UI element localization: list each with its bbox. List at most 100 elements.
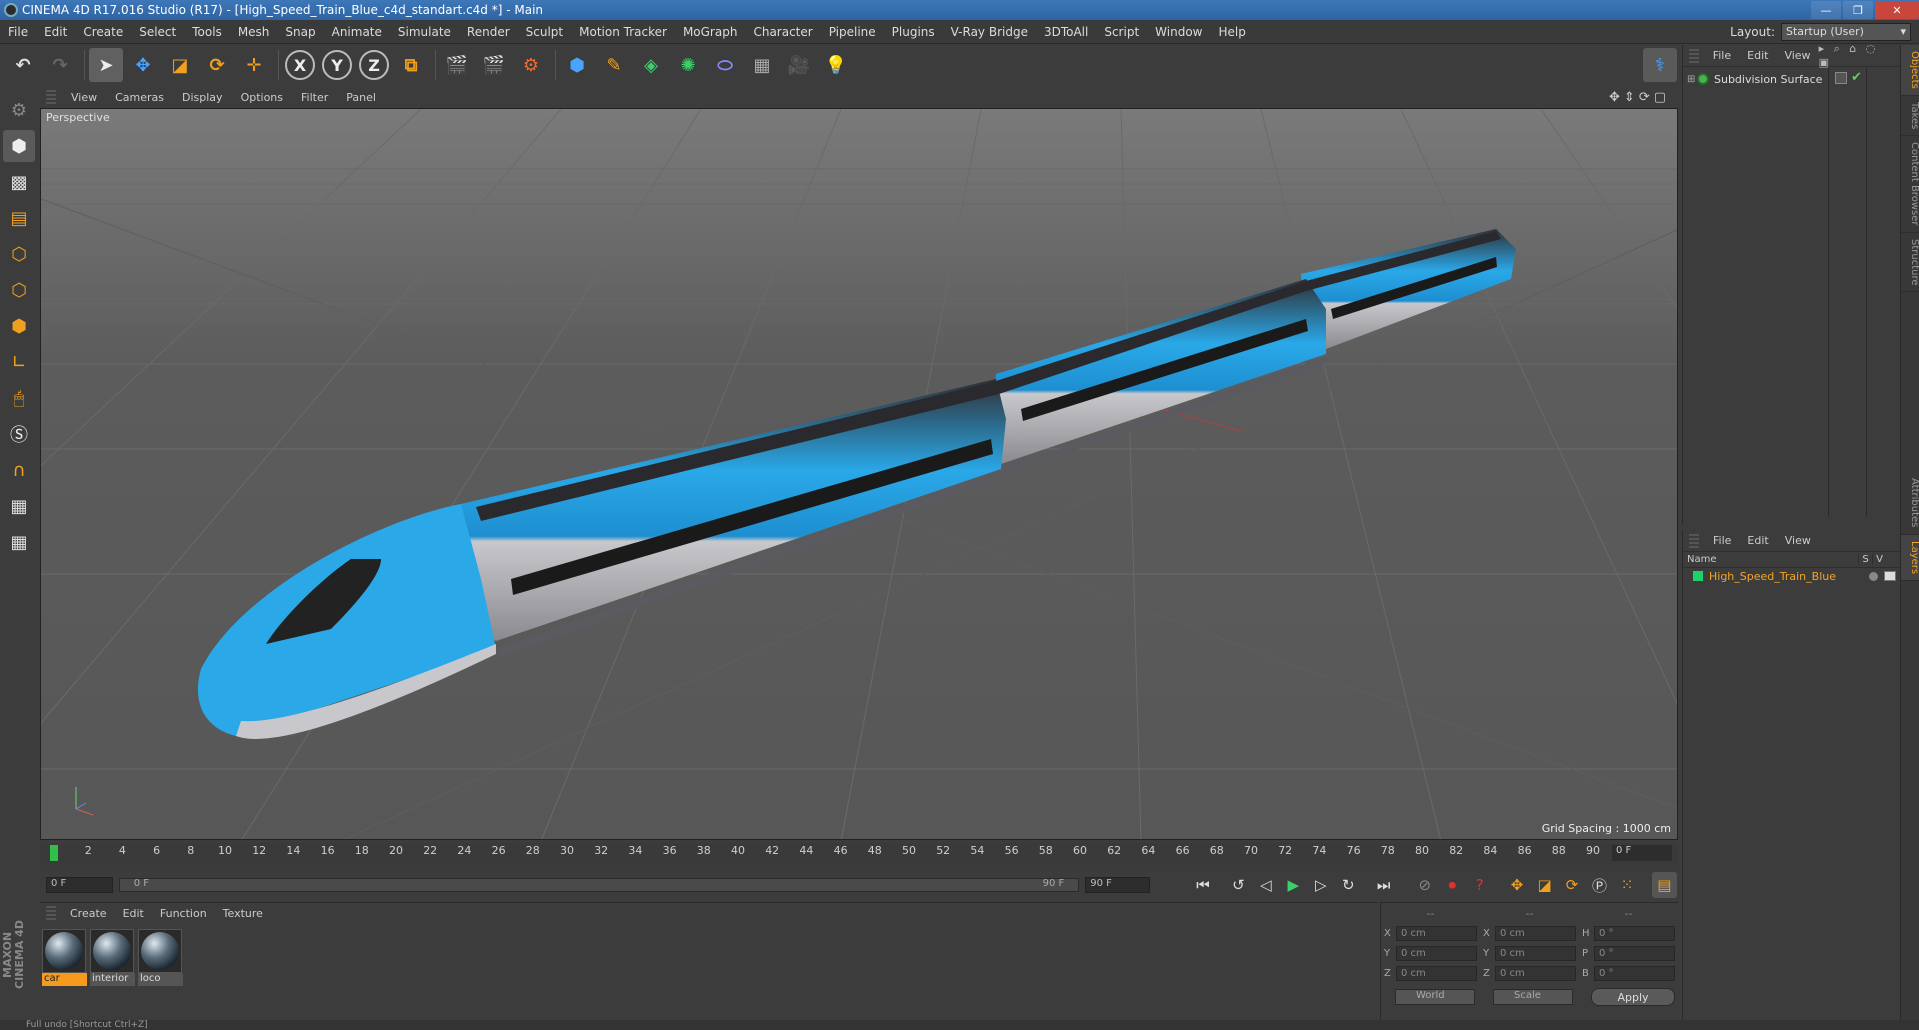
points-mode-icon[interactable]: ⬡	[3, 238, 35, 270]
camera-icon[interactable]: 🎥	[782, 48, 816, 82]
next-frame-icon[interactable]: ▷	[1308, 872, 1333, 898]
snap-icon[interactable]: Ⓢ	[3, 418, 35, 450]
close-button[interactable]: ✕	[1875, 1, 1919, 19]
coordinate-system-icon[interactable]: ⧉	[394, 48, 428, 82]
object-menu-file[interactable]: File	[1705, 49, 1739, 62]
key-pla-icon[interactable]: ⁙	[1614, 872, 1639, 898]
lock-workplane-icon[interactable]: ▦	[3, 490, 35, 522]
viewport-menu-options[interactable]: Options	[232, 91, 292, 104]
object-manager-tool-icons[interactable]: ▸ ⌕ ⌂ ◌ ▣	[1819, 42, 1896, 69]
panel-grip[interactable]	[46, 906, 56, 920]
light-icon[interactable]: 💡	[819, 48, 853, 82]
coordinate-mode-select[interactable]: Scale	[1493, 989, 1573, 1005]
key-parameter-icon[interactable]: Ⓟ	[1587, 872, 1612, 898]
undo-icon[interactable]: ↶	[6, 48, 40, 82]
pen-spline-icon[interactable]: ✎	[597, 48, 631, 82]
menu-script[interactable]: Script	[1096, 25, 1147, 39]
material-menu-create[interactable]: Create	[62, 907, 115, 920]
current-frame-field[interactable]: 0 F	[1612, 845, 1672, 861]
tab-takes[interactable]: Takes	[1901, 96, 1919, 137]
viewport-menu-filter[interactable]: Filter	[292, 91, 337, 104]
edges-mode-icon[interactable]: ⬡	[3, 274, 35, 306]
viewport-menu-panel[interactable]: Panel	[337, 91, 385, 104]
tab-layers[interactable]: Layers	[1901, 534, 1919, 581]
autokeying-icon[interactable]: ⏺	[1440, 872, 1465, 898]
menu-vray-bridge[interactable]: V-Ray Bridge	[943, 25, 1036, 39]
record-keyframes-icon[interactable]: ⊘	[1412, 872, 1437, 898]
tab-attributes[interactable]: Attributes	[1901, 472, 1919, 535]
position-z-field[interactable]: 0 cm	[1396, 965, 1477, 981]
expand-icon[interactable]: ⊞	[1687, 74, 1697, 85]
size-x-field[interactable]: 0 cm	[1495, 925, 1576, 941]
start-frame-field[interactable]: 0 F	[46, 877, 113, 893]
menu-sculpt[interactable]: Sculpt	[518, 25, 571, 39]
menu-render[interactable]: Render	[459, 25, 518, 39]
layer-visibility-icon[interactable]	[1884, 571, 1896, 581]
menu-plugins[interactable]: Plugins	[884, 25, 943, 39]
size-z-field[interactable]: 0 cm	[1495, 965, 1576, 981]
floor-icon[interactable]: ▦	[745, 48, 779, 82]
perspective-viewport[interactable]: Perspective Grid Spacing : 1000 cm	[40, 108, 1678, 840]
rotate-icon[interactable]: ⟳	[200, 48, 234, 82]
visibility-toggle-icon[interactable]	[1835, 72, 1847, 84]
render-view-icon[interactable]: 🎬	[440, 48, 474, 82]
workplane-icon[interactable]: ▤	[3, 202, 35, 234]
timeline-ruler[interactable]: 0246810121416182022242628303234363840424…	[40, 843, 1678, 865]
redo-icon[interactable]: ↷	[43, 48, 77, 82]
menu-mesh[interactable]: Mesh	[230, 25, 278, 39]
material-menu-texture[interactable]: Texture	[215, 907, 271, 920]
menu-motion-tracker[interactable]: Motion Tracker	[571, 25, 675, 39]
layer-color-swatch[interactable]	[1693, 571, 1703, 581]
viewport-menu-cameras[interactable]: Cameras	[106, 91, 173, 104]
array-icon[interactable]: ✺	[671, 48, 705, 82]
object-row-subdivision-surface[interactable]: ⊞ Subdivision Surface ✔	[1687, 70, 1862, 87]
apply-button[interactable]: Apply	[1591, 988, 1675, 1006]
material-swatch-interior[interactable]: interior	[90, 929, 135, 986]
layer-row[interactable]: High_Speed_Train_Blue	[1683, 568, 1900, 584]
material-swatch-car[interactable]: car	[42, 929, 87, 986]
previous-frame-icon[interactable]: ◁	[1253, 872, 1278, 898]
polygons-mode-icon[interactable]: ⬢	[3, 310, 35, 342]
menu-snap[interactable]: Snap	[277, 25, 323, 39]
menu-tools[interactable]: Tools	[184, 25, 230, 39]
menu-help[interactable]: Help	[1210, 25, 1253, 39]
y-axis-lock-button[interactable]: Y	[320, 48, 354, 82]
key-position-icon[interactable]: ✥	[1504, 872, 1529, 898]
model-mode-icon[interactable]: ⬢	[3, 130, 35, 162]
key-scale-icon[interactable]: ◪	[1532, 872, 1557, 898]
material-menu-edit[interactable]: Edit	[115, 907, 152, 920]
object-menu-edit[interactable]: Edit	[1739, 49, 1776, 62]
menu-select[interactable]: Select	[131, 25, 184, 39]
preview-range-slider[interactable]: 0 F 90 F	[118, 878, 1080, 892]
layer-solo-toggle[interactable]	[1869, 571, 1878, 581]
next-key-icon[interactable]: ↻	[1336, 872, 1361, 898]
magnet-icon[interactable]: ∩	[3, 454, 35, 486]
play-icon[interactable]: ▶	[1281, 872, 1306, 898]
menu-mograph[interactable]: MoGraph	[675, 25, 746, 39]
render-picture-viewer-icon[interactable]: 🎬	[477, 48, 511, 82]
scale-icon[interactable]: ◪	[163, 48, 197, 82]
minimize-button[interactable]: —	[1811, 1, 1841, 19]
layer-menu-file[interactable]: File	[1705, 534, 1739, 547]
panel-grip[interactable]	[1689, 48, 1699, 63]
viewport-menu-view[interactable]: View	[62, 91, 106, 104]
render-settings-icon[interactable]: ⚙	[514, 48, 548, 82]
menu-animate[interactable]: Animate	[324, 25, 390, 39]
panel-grip[interactable]	[1689, 533, 1699, 548]
menu-3dtoall[interactable]: 3DToAll	[1036, 25, 1096, 39]
menu-pipeline[interactable]: Pipeline	[821, 25, 884, 39]
recent-tool-icon[interactable]: ✛	[237, 48, 271, 82]
position-y-field[interactable]: 0 cm	[1396, 945, 1477, 961]
tweak-mode-icon[interactable]: 🖱	[3, 382, 35, 414]
panel-grip[interactable]	[46, 90, 56, 104]
keyframe-selection-icon[interactable]: ?	[1467, 872, 1492, 898]
menu-simulate[interactable]: Simulate	[390, 25, 459, 39]
deformer-icon[interactable]: ⬭	[708, 48, 742, 82]
playhead-marker[interactable]	[50, 845, 58, 861]
move-icon[interactable]: ✥	[126, 48, 160, 82]
coordinate-space-select[interactable]: World	[1395, 989, 1475, 1005]
tab-content-browser[interactable]: Content Browser	[1901, 136, 1919, 233]
texture-mode-icon[interactable]: ▩	[3, 166, 35, 198]
layout-select[interactable]: Startup (User) ▾	[1781, 22, 1911, 41]
end-frame-field[interactable]: 90 F	[1085, 877, 1151, 893]
